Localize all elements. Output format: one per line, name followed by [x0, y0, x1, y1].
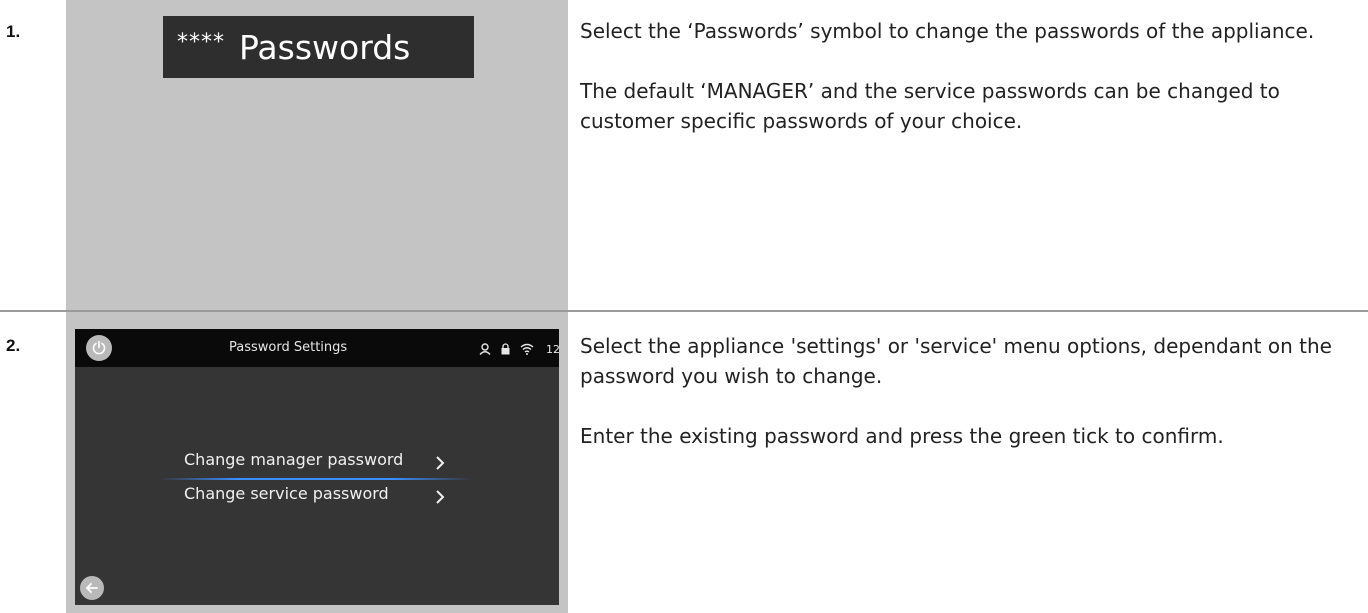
chevron-right-icon: [433, 454, 447, 472]
change-service-password-item[interactable]: Change service password: [184, 484, 389, 503]
step-1-row: 1. **** Passwords Select the ‘Passwords’…: [0, 0, 1368, 312]
paragraph: The default ‘MANAGER’ and the service pa…: [580, 79, 1280, 133]
selection-highlight: [159, 478, 471, 480]
password-stars: ****: [177, 29, 225, 55]
device-screen: Password Settings 12 Change manager pass…: [75, 329, 559, 605]
back-arrow-icon[interactable]: [80, 576, 104, 600]
wifi-icon: [520, 340, 534, 359]
step-2-row: 2. Password Settings 12 Change manager p…: [0, 312, 1368, 613]
screen-header: Password Settings 12: [75, 329, 559, 367]
passwords-label: Passwords: [239, 27, 411, 67]
step-1-description: Select the ‘Passwords’ symbol to change …: [580, 16, 1360, 166]
chevron-right-icon: [433, 488, 447, 506]
step-number: 1.: [6, 22, 21, 41]
paragraph: Enter the existing password and press th…: [580, 424, 1224, 448]
lock-icon: [501, 340, 510, 359]
passwords-symbol: **** Passwords: [163, 16, 474, 78]
status-time: 12:59: [546, 343, 559, 356]
paragraph: Select the ‘Passwords’ symbol to change …: [580, 19, 1315, 43]
step-2-description: Select the appliance 'settings' or 'serv…: [580, 331, 1360, 481]
step-number: 2.: [6, 336, 21, 355]
status-bar: 12:59: [479, 340, 559, 359]
paragraph: Select the appliance 'settings' or 'serv…: [580, 334, 1332, 388]
power-icon[interactable]: [86, 335, 112, 361]
user-icon: [479, 340, 491, 359]
screen-title: Password Settings: [229, 340, 348, 355]
change-manager-password-item[interactable]: Change manager password: [184, 450, 403, 469]
